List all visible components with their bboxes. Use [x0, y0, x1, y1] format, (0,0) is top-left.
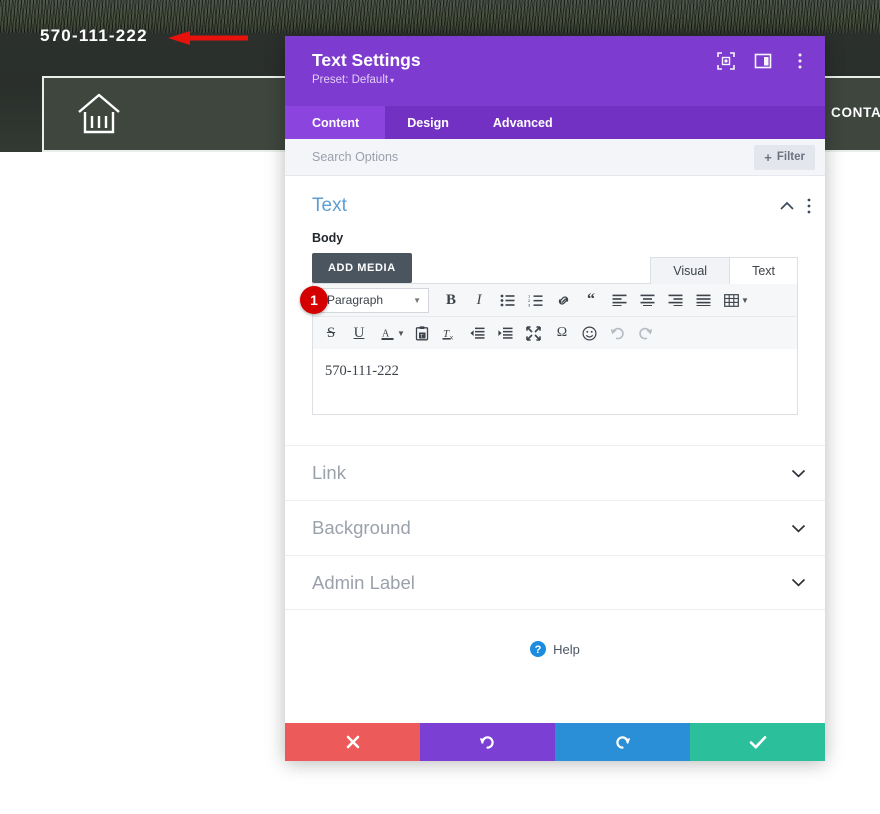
cancel-button[interactable]	[285, 723, 420, 761]
editor-content-area[interactable]: 570-111-222	[313, 349, 797, 414]
text-settings-modal: Text Settings Preset: Default ▾ Content …	[285, 36, 825, 761]
plus-icon: +	[764, 149, 772, 165]
help-question-icon: ?	[530, 641, 547, 657]
filter-button[interactable]: + Filter	[754, 144, 815, 170]
numbered-list-icon[interactable]: 123	[521, 287, 549, 313]
site-contact-link[interactable]: CONTA	[831, 105, 880, 120]
chevron-up-icon[interactable]	[780, 201, 794, 211]
align-left-icon[interactable]	[605, 287, 633, 313]
emoji-icon[interactable]	[576, 320, 604, 346]
body-field-label: Body	[312, 231, 344, 245]
chevron-down-icon	[791, 469, 806, 477]
editor-toolbar-row-1: Paragraph ▼ B I 123 “ ▼	[313, 284, 797, 317]
tab-design[interactable]: Design	[385, 106, 471, 139]
accordion-admin-label[interactable]: Admin Label	[285, 555, 825, 610]
layout-panel-icon[interactable]	[754, 52, 772, 70]
modal-body: Text Body 1 ADD MEDIA Visual Text Paragr…	[285, 176, 825, 723]
accordion-label: Link	[312, 462, 346, 483]
format-select[interactable]: Paragraph ▼	[319, 287, 429, 313]
decrease-indent-icon[interactable]	[464, 320, 492, 346]
align-justify-icon[interactable]	[689, 287, 717, 313]
svg-text:3: 3	[528, 302, 531, 306]
more-options-icon[interactable]	[791, 52, 809, 70]
undo-icon[interactable]	[604, 320, 632, 346]
editor-mode-tabs: Visual Text	[650, 256, 798, 284]
preset-selector[interactable]: Preset: Default ▾	[312, 74, 807, 86]
blockquote-icon[interactable]: “	[577, 287, 605, 313]
accordion-list: Link Background Admin Label	[285, 445, 825, 610]
undo-button[interactable]	[420, 723, 555, 761]
paste-as-text-icon[interactable]: T	[408, 320, 436, 346]
redo-button[interactable]	[555, 723, 690, 761]
table-chevron-down-icon[interactable]: ▼	[741, 296, 749, 305]
help-label: Help	[553, 641, 580, 657]
site-phone-number: 570-111-222	[40, 26, 148, 45]
tab-content[interactable]: Content	[285, 106, 386, 139]
align-right-icon[interactable]	[661, 287, 689, 313]
modal-header: Text Settings Preset: Default ▾	[285, 36, 825, 106]
chevron-down-icon: ▼	[413, 295, 421, 305]
accordion-label: Background	[312, 517, 411, 538]
text-color-chevron-down-icon[interactable]: ▼	[397, 329, 405, 338]
modal-tabs: Content Design Advanced	[285, 106, 825, 139]
filter-label: Filter	[776, 151, 805, 163]
focus-target-icon[interactable]	[717, 52, 735, 70]
bank-house-icon	[78, 93, 120, 134]
chevron-down-icon	[791, 578, 806, 587]
format-select-value: Paragraph	[327, 293, 384, 307]
close-x-icon	[346, 735, 359, 749]
clear-formatting-icon[interactable]: Tx	[436, 320, 464, 346]
link-icon[interactable]	[549, 287, 577, 313]
screenshot-root: 570-111-222 CONTA Text Settings Preset: …	[0, 0, 880, 814]
editor-toolbar-row-2: S U A ▼ T Tx Ω	[313, 317, 797, 349]
svg-text:T: T	[420, 334, 423, 339]
modal-header-icons	[717, 52, 809, 70]
tinymce-editor: Paragraph ▼ B I 123 “ ▼ S U A ▼ T T x Ω …	[312, 283, 798, 415]
underline-icon[interactable]: U	[345, 320, 373, 346]
chevron-down-icon	[791, 524, 806, 532]
editor-top-row: ADD MEDIA Visual Text	[312, 253, 798, 284]
italic-icon[interactable]: I	[465, 287, 493, 313]
body-editor-zone: 1 ADD MEDIA Visual Text Paragraph ▼ B I …	[285, 253, 825, 415]
tab-text[interactable]: Text	[729, 257, 798, 284]
chevron-down-icon: ▾	[390, 76, 395, 85]
accordion-background[interactable]: Background	[285, 500, 825, 555]
checkmark-icon	[749, 735, 766, 748]
modal-footer	[285, 723, 825, 761]
tab-visual[interactable]: Visual	[650, 257, 731, 284]
search-input[interactable]: Search Options	[312, 150, 398, 164]
svg-text:A: A	[382, 328, 390, 339]
accordion-link[interactable]: Link	[285, 445, 825, 500]
bold-icon[interactable]: B	[437, 287, 465, 313]
special-character-icon[interactable]: Ω	[548, 320, 576, 346]
section-title: Text	[312, 195, 347, 216]
fullscreen-icon[interactable]	[520, 320, 548, 346]
save-button[interactable]	[690, 723, 825, 761]
annotation-badge-1: 1	[300, 286, 328, 314]
redo-arrow-icon	[616, 735, 631, 749]
help-link[interactable]: ? Help	[285, 641, 825, 657]
bulleted-list-icon[interactable]	[493, 287, 521, 313]
add-media-button[interactable]: ADD MEDIA	[312, 253, 412, 283]
strikethrough-icon[interactable]: S	[317, 320, 345, 346]
accordion-label: Admin Label	[312, 571, 415, 593]
svg-text:x: x	[450, 335, 453, 341]
svg-text:?: ?	[535, 644, 542, 656]
section-more-options-icon[interactable]	[807, 198, 811, 214]
search-options-bar: Search Options + Filter	[285, 139, 825, 176]
section-actions	[780, 198, 811, 214]
text-section-header: Text	[285, 176, 825, 223]
redo-icon[interactable]	[632, 320, 660, 346]
red-left-arrow-annotation	[168, 31, 248, 45]
align-center-icon[interactable]	[633, 287, 661, 313]
tab-advanced[interactable]: Advanced	[471, 106, 575, 139]
preset-label: Preset: Default	[312, 74, 389, 86]
undo-arrow-icon	[479, 735, 494, 749]
increase-indent-icon[interactable]	[492, 320, 520, 346]
